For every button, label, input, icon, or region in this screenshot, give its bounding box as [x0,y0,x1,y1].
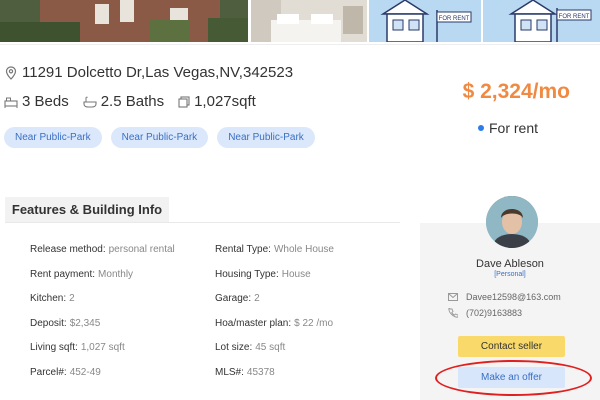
feature-label: MLS#: [215,366,244,378]
seller-phone-row: (702)9163883 [448,308,522,318]
feature-value: 1,027 sqft [80,342,125,354]
feature-row: Kitchen: 2 Garage: 2 [30,293,400,318]
feature-label: Rental Type: [215,244,271,255]
baths-text: 2.5 Baths [100,93,165,110]
features-section-title: Features & Building Info [5,197,169,222]
feature-item: MLS#: 45378 [215,367,400,392]
feature-label: Hoa/master plan: [215,317,292,329]
bathtub-icon [83,96,97,108]
beds-spec: 3 Beds [4,93,69,110]
photo-gallery: FOR RENT FOR RENT [0,0,600,42]
highlight-circle-annotation [435,360,592,396]
feature-value: 2 [69,293,75,305]
feature-value: Monthly [98,268,134,280]
area-spec: 1,027sqft [178,93,256,110]
status-text: For rent [489,120,539,136]
feature-item: Garage: 2 [215,293,400,318]
seller-name: Dave Ableson [476,258,544,270]
feature-label: Rent payment: [30,268,96,280]
feature-label: Garage: [215,293,252,305]
house-exterior-photo[interactable] [0,0,248,42]
feature-label: Release method: [30,244,106,255]
seller-email-row: Davee12598@163.com [448,292,561,302]
email-icon [448,293,458,301]
bedroom-photo[interactable] [251,0,367,42]
feature-value: Whole House [273,244,334,255]
area-text: 1,027sqft [194,93,256,110]
location-pin-icon [5,65,17,80]
feature-item: Lot size: 45 sqft [215,342,400,367]
amenity-tags: Near Public-Park Near Public-Park Near P… [4,127,324,148]
seller-email[interactable]: Davee12598@163.com [466,292,561,302]
feature-label: Deposit: [30,317,67,329]
feature-value: $2,345 [69,317,101,329]
listing-specs: 3 Beds 2.5 Baths 1,027sqft [4,93,270,110]
feature-row: Rent payment: Monthly Housing Type: House [30,269,400,294]
feature-item: Release method: personal rental [30,244,215,269]
feature-value: 45 sqft [255,342,286,354]
feature-label: Housing Type: [215,268,279,280]
rent-price: $ 2,324/mo [462,80,570,103]
amenity-tag[interactable]: Near Public-Park [217,127,315,148]
seller-type-badge: [Personal] [494,271,526,278]
feature-value: 2 [254,293,260,305]
feature-value: House [281,268,311,280]
feature-row: Deposit: $2,345 Hoa/master plan: $ 22 /mo [30,318,400,343]
listing-address: 11291 Dolcetto Dr,Las Vegas,NV,342523 [4,64,293,81]
feature-label: Kitchen: [30,293,67,305]
feature-label: Lot size: [215,342,253,354]
feature-item: Parcel#: 452-49 [30,367,215,392]
feature-value: $ 22 /mo [294,317,334,329]
feature-label: Parcel#: [30,366,67,378]
feature-item: Living sqft: 1,027 sqft [30,342,215,367]
feature-value: 452-49 [69,366,101,378]
feature-item: Housing Type: House [215,269,400,294]
phone-icon [448,308,458,318]
seller-avatar[interactable] [486,196,538,248]
for-rent-sign-label: FOR RENT [439,16,470,22]
bed-icon [4,97,18,108]
feature-item: Hoa/master plan: $ 22 /mo [215,318,400,343]
feature-row: Release method: personal rental Rental Ty… [30,244,400,269]
divider [5,222,400,223]
features-table: Release method: personal rental Rental Ty… [30,244,400,392]
feature-item: Kitchen: 2 [30,293,215,318]
listing-status: For rent [478,120,538,136]
feature-row: Living sqft: 1,027 sqft Lot size: 45 sqft [30,342,400,367]
baths-spec: 2.5 Baths [83,93,164,110]
feature-value: 45378 [246,366,275,378]
contact-seller-button[interactable]: Contact seller [458,336,565,357]
amenity-tag[interactable]: Near Public-Park [4,127,102,148]
beds-text: 3 Beds [22,93,69,110]
for-rent-illustration[interactable]: FOR RENT [483,0,600,42]
address-text: 11291 Dolcetto Dr,Las Vegas,NV,342523 [22,64,294,81]
feature-label: Living sqft: [30,342,78,354]
feature-value: personal rental [108,244,175,255]
amenity-tag[interactable]: Near Public-Park [110,127,209,148]
feature-item: Rent payment: Monthly [30,269,215,294]
seller-phone[interactable]: (702)9163883 [466,308,522,318]
feature-item: Deposit: $2,345 [30,318,215,343]
for-rent-illustration[interactable]: FOR RENT [369,0,481,42]
divider [0,44,600,45]
feature-item: Rental Type: Whole House [215,244,400,269]
status-dot-icon [478,125,484,131]
area-icon [178,95,190,108]
for-rent-sign-label: FOR RENT [559,14,590,20]
feature-row: Parcel#: 452-49 MLS#: 45378 [30,367,400,392]
